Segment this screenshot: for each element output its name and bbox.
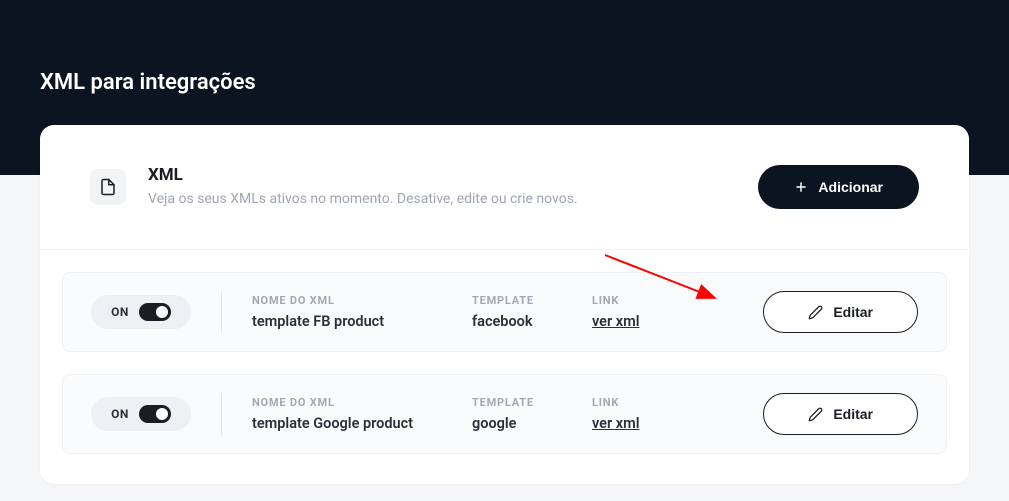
section-title: XML (148, 165, 578, 185)
card-header: XML Veja os seus XMLs ativos no momento.… (40, 125, 969, 250)
switch-icon (139, 303, 171, 321)
col-template: TEMPLATE facebook (472, 294, 592, 330)
xml-row: ON NOME DO XML template Google product T… (62, 374, 947, 454)
edit-button[interactable]: Editar (763, 393, 918, 435)
col-link: LINK ver xml (592, 294, 763, 330)
toggle-label: ON (111, 305, 129, 319)
col-template-label: TEMPLATE (472, 294, 592, 307)
col-name-label: NOME DO XML (252, 294, 472, 307)
pencil-icon (808, 305, 823, 320)
section-subtitle: Veja os seus XMLs ativos no momento. Des… (148, 191, 578, 207)
switch-icon (139, 405, 171, 423)
page-title: XML para integrações (40, 70, 969, 95)
status-toggle[interactable]: ON (91, 295, 191, 329)
col-link: LINK ver xml (592, 396, 763, 432)
col-template: TEMPLATE google (472, 396, 592, 432)
col-name: NOME DO XML template Google product (252, 396, 472, 432)
col-template-value: google (472, 415, 592, 432)
status-toggle[interactable]: ON (91, 397, 191, 431)
col-link-label: LINK (592, 396, 763, 409)
xml-rows: ON NOME DO XML template FB product TEMPL… (40, 250, 969, 484)
col-template-label: TEMPLATE (472, 396, 592, 409)
col-link-label: LINK (592, 294, 763, 307)
divider (221, 393, 222, 435)
edit-button-label: Editar (833, 406, 873, 422)
xml-card: XML Veja os seus XMLs ativos no momento.… (40, 125, 969, 484)
card-header-left: XML Veja os seus XMLs ativos no momento.… (90, 165, 578, 207)
col-name-label: NOME DO XML (252, 396, 472, 409)
plus-icon (794, 180, 808, 194)
toggle-label: ON (111, 407, 129, 421)
file-icon (90, 169, 126, 205)
col-name-value: template FB product (252, 313, 472, 330)
view-xml-link[interactable]: ver xml (592, 313, 763, 330)
col-name: NOME DO XML template FB product (252, 294, 472, 330)
card-header-text: XML Veja os seus XMLs ativos no momento.… (148, 165, 578, 207)
edit-button[interactable]: Editar (763, 291, 918, 333)
edit-button-label: Editar (833, 304, 873, 320)
add-button-label: Adicionar (818, 179, 883, 195)
col-template-value: facebook (472, 313, 592, 330)
xml-row: ON NOME DO XML template FB product TEMPL… (62, 272, 947, 352)
view-xml-link[interactable]: ver xml (592, 415, 763, 432)
divider (221, 291, 222, 333)
add-button[interactable]: Adicionar (758, 165, 919, 209)
col-name-value: template Google product (252, 415, 472, 432)
pencil-icon (808, 407, 823, 422)
